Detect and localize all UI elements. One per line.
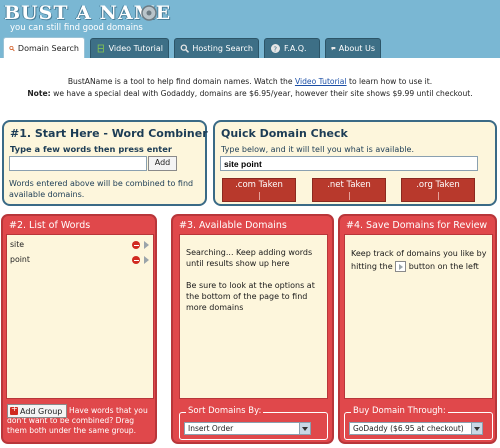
tab-label: Video Tutorial — [108, 44, 163, 53]
word-list-area: site point — [6, 234, 154, 399]
tld-action-links — [223, 192, 295, 200]
note-label: Note: — [27, 89, 51, 98]
word-item[interactable]: site — [8, 238, 152, 252]
intro-text-start: BustAName is a tool to help find domain … — [67, 77, 295, 86]
save-arrow-icon — [395, 261, 407, 272]
intro-text-end: to learn how to use it. — [346, 77, 433, 86]
panel-title: #4. Save Domains for Review — [346, 220, 488, 231]
tab-domain-search[interactable]: Domain Search — [3, 37, 85, 58]
save-domains-panel: #4. Save Domains for Review Keep track o… — [338, 214, 497, 444]
site-header: BUST A NAME you can still find good doma… — [0, 0, 500, 58]
tld-action-links — [313, 192, 385, 200]
panel-title: #1. Start Here - Word Combiner — [10, 127, 208, 140]
quick-domain-check-panel: Quick Domain Check Type below, and it wi… — [213, 120, 497, 206]
main-nav-tabs: Domain Search Video Tutorial Hosting Sea… — [0, 37, 500, 58]
buy-legend: Buy Domain Through: — [351, 406, 448, 416]
sort-fieldset: Sort Domains By: Insert Order — [179, 406, 328, 440]
tld-status: .net Taken — [327, 180, 371, 190]
tab-video-tutorial[interactable]: Video Tutorial — [90, 38, 169, 58]
word-text: point — [10, 255, 30, 264]
gear-icon — [141, 5, 157, 21]
tab-label: F.A.Q. — [284, 44, 307, 53]
tab-label: About Us — [338, 44, 375, 53]
sort-legend: Sort Domains By: — [186, 406, 264, 416]
word-combiner-panel: #1. Start Here - Word Combiner Type a fe… — [2, 120, 208, 206]
magnifier-icon — [180, 44, 190, 53]
divider — [258, 192, 260, 200]
panel-title: #3. Available Domains — [179, 220, 287, 231]
sort-select[interactable]: Insert Order — [184, 422, 311, 435]
word-text: site — [10, 240, 25, 249]
film-icon — [97, 44, 104, 53]
chevron-down-icon — [299, 423, 310, 434]
tab-label: Hosting Search — [192, 44, 253, 53]
panel-title: #2. List of Words — [9, 220, 91, 231]
tab-about-us[interactable]: About Us — [325, 38, 381, 58]
remove-icon[interactable] — [132, 241, 140, 249]
intro-note: Note: we have a special deal with Godadd… — [0, 88, 500, 100]
save-instructions: Keep track of domains you like by hittin… — [351, 247, 489, 273]
chat-icon — [331, 46, 336, 51]
tab-hosting-search[interactable]: Hosting Search — [174, 38, 259, 58]
org-result-button[interactable]: .org Taken — [401, 178, 475, 202]
intro-line: BustAName is a tool to help find domain … — [0, 76, 500, 88]
searching-text: Searching... Keep adding words until res… — [186, 248, 313, 268]
available-domains-panel: #3. Available Domains Searching... Keep … — [171, 214, 334, 444]
word-list-panel: #2. List of Words site point Have words … — [1, 214, 157, 444]
logo[interactable]: BUST A NAME you can still find good doma… — [4, 2, 170, 36]
sort-select-value: Insert Order — [188, 424, 234, 433]
net-result-button[interactable]: .net Taken — [312, 178, 386, 202]
tld-status: .org Taken — [416, 180, 460, 190]
available-domains-area: Searching... Keep adding words until res… — [179, 234, 328, 399]
add-word-button[interactable]: Add — [148, 156, 177, 171]
quick-check-prompt: Type below, and it will tell you what is… — [221, 145, 414, 154]
word-item[interactable]: point — [8, 253, 152, 267]
com-result-button[interactable]: .com Taken — [222, 178, 296, 202]
combiner-prompt: Type a few words then press enter — [10, 144, 172, 154]
combiner-note: Words entered above will be combined to … — [9, 179, 194, 199]
tab-faq[interactable]: ? F.A.Q. — [264, 38, 320, 58]
add-group-button[interactable]: Add Group — [7, 404, 67, 418]
options-hint: Be sure to look at the options at the bo… — [186, 281, 315, 312]
add-icon — [10, 404, 18, 415]
word-input[interactable] — [9, 156, 147, 171]
divider — [437, 192, 439, 200]
svg-text:?: ? — [273, 46, 277, 54]
video-tutorial-link[interactable]: Video Tutorial — [295, 77, 347, 86]
logo-tagline: you can still find good domains — [10, 23, 143, 33]
panel-title: Quick Domain Check — [221, 127, 348, 140]
tld-action-links — [402, 192, 474, 200]
registrar-select[interactable]: GoDaddy ($6.95 at checkout) — [349, 422, 483, 435]
magnifier-icon — [9, 45, 15, 51]
chevron-down-icon — [471, 423, 482, 434]
divider — [348, 192, 350, 200]
help-icon: ? — [271, 44, 280, 54]
remove-icon[interactable] — [132, 256, 140, 264]
add-group-label: Add Group — [20, 406, 63, 416]
saved-domains-area: Keep track of domains you like by hittin… — [344, 234, 493, 399]
buy-fieldset: Buy Domain Through: GoDaddy ($6.95 at ch… — [344, 406, 493, 440]
intro-text: BustAName is a tool to help find domain … — [0, 76, 500, 100]
play-arrow-icon[interactable] — [144, 256, 149, 264]
play-arrow-icon[interactable] — [144, 241, 149, 249]
tab-label: Domain Search — [17, 43, 79, 53]
save-text-end: button on the left — [406, 262, 479, 271]
note-text: we have a special deal with Godaddy, dom… — [50, 89, 473, 98]
tld-status: .com Taken — [235, 180, 283, 190]
quick-check-input[interactable] — [220, 156, 478, 171]
registrar-select-value: GoDaddy ($6.95 at checkout) — [353, 424, 464, 433]
